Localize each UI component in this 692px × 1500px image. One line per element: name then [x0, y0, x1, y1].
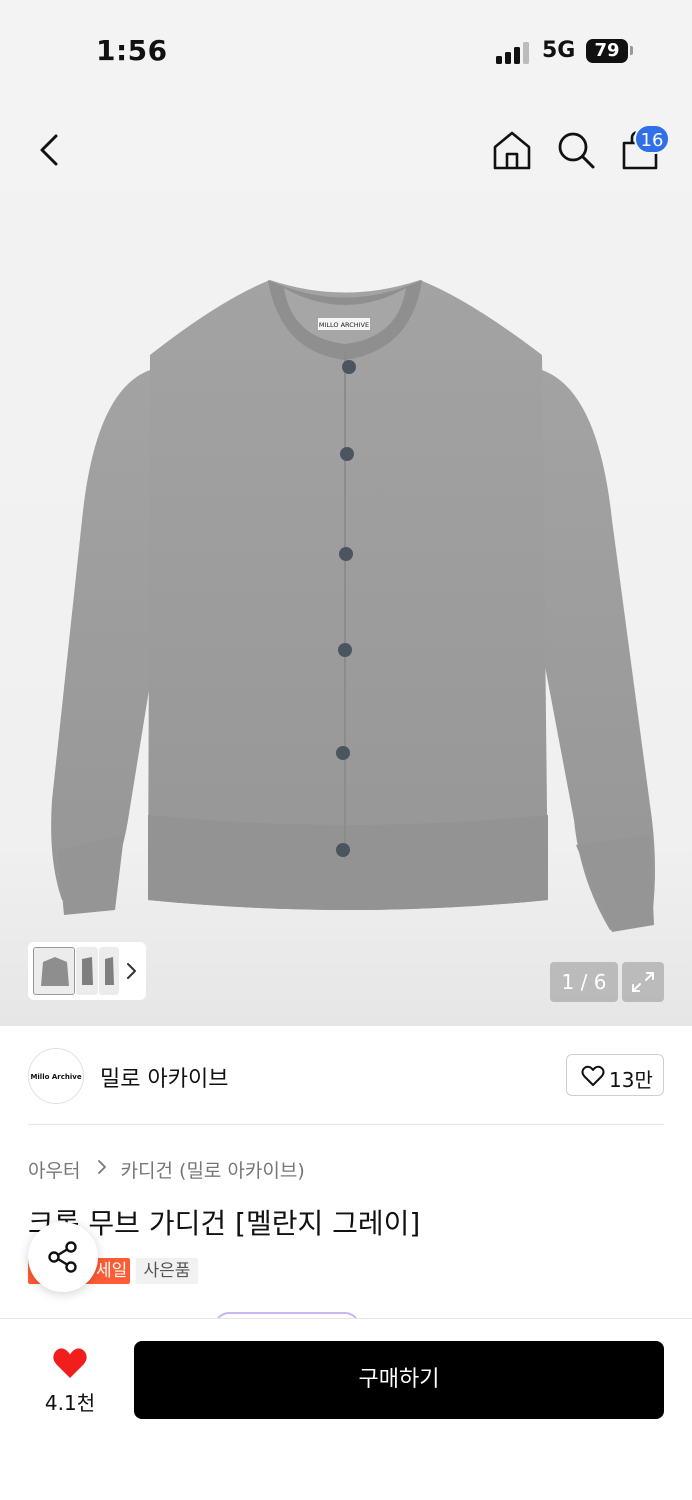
cellular-signal-icon	[496, 40, 532, 64]
divider	[28, 1124, 664, 1125]
expand-icon	[632, 972, 654, 992]
bottom-action-bar: 4.1천 구매하기	[0, 1318, 692, 1500]
network-type: 5G	[542, 38, 576, 63]
gift-tag: 사은품	[136, 1258, 198, 1284]
buy-button[interactable]: 구매하기	[134, 1341, 664, 1419]
battery-tip	[630, 46, 633, 55]
thumbnail-side[interactable]	[76, 947, 98, 995]
thumbnail-strip[interactable]	[28, 942, 146, 1000]
breadcrumb-item-cardigan[interactable]: 카디건 (밀로 아카이브)	[121, 1156, 305, 1183]
back-icon[interactable]	[30, 128, 70, 172]
thumbnail-back[interactable]	[99, 947, 119, 995]
wish-count[interactable]: 4.1천	[30, 1387, 110, 1416]
breadcrumb: 아우터 카디건 (밀로 아카이브)	[28, 1156, 305, 1182]
status-bar: 1:56 5G 79	[0, 0, 692, 100]
battery-icon: 79	[586, 39, 628, 63]
brand-logo[interactable]: Millo Archive	[28, 1048, 84, 1104]
heart-filled-icon[interactable]	[52, 1347, 88, 1379]
share-button[interactable]	[28, 1222, 98, 1292]
brand-name[interactable]: 밀로 아카이브	[100, 1061, 228, 1093]
chevron-right-icon	[97, 1160, 106, 1174]
product-gallery[interactable]: 16 MILLO ARCHIVE 1 / 6	[0, 100, 692, 1026]
gallery-page-indicator: 1 / 6	[550, 962, 618, 1002]
thumbnail-front[interactable]	[33, 947, 75, 995]
chevron-right-icon[interactable]	[124, 958, 140, 984]
fullscreen-button[interactable]	[622, 962, 664, 1002]
brand-like-count: 13만	[609, 1068, 653, 1092]
heart-outline-icon	[581, 1065, 605, 1086]
breadcrumb-item-outer[interactable]: 아우터	[28, 1156, 80, 1183]
product-image[interactable]: MILLO ARCHIVE	[0, 260, 692, 1020]
brand-like-button[interactable]: 13만	[566, 1054, 664, 1096]
brand-row[interactable]: Millo Archive 밀로 아카이브 13만	[0, 1026, 692, 1126]
home-icon[interactable]	[490, 128, 534, 172]
cart-count-badge: 16	[634, 124, 670, 154]
share-icon	[48, 1241, 77, 1273]
status-time: 1:56	[96, 34, 168, 67]
search-icon[interactable]	[554, 128, 598, 172]
garment-label-text: MILLO ARCHIVE	[319, 321, 369, 329]
